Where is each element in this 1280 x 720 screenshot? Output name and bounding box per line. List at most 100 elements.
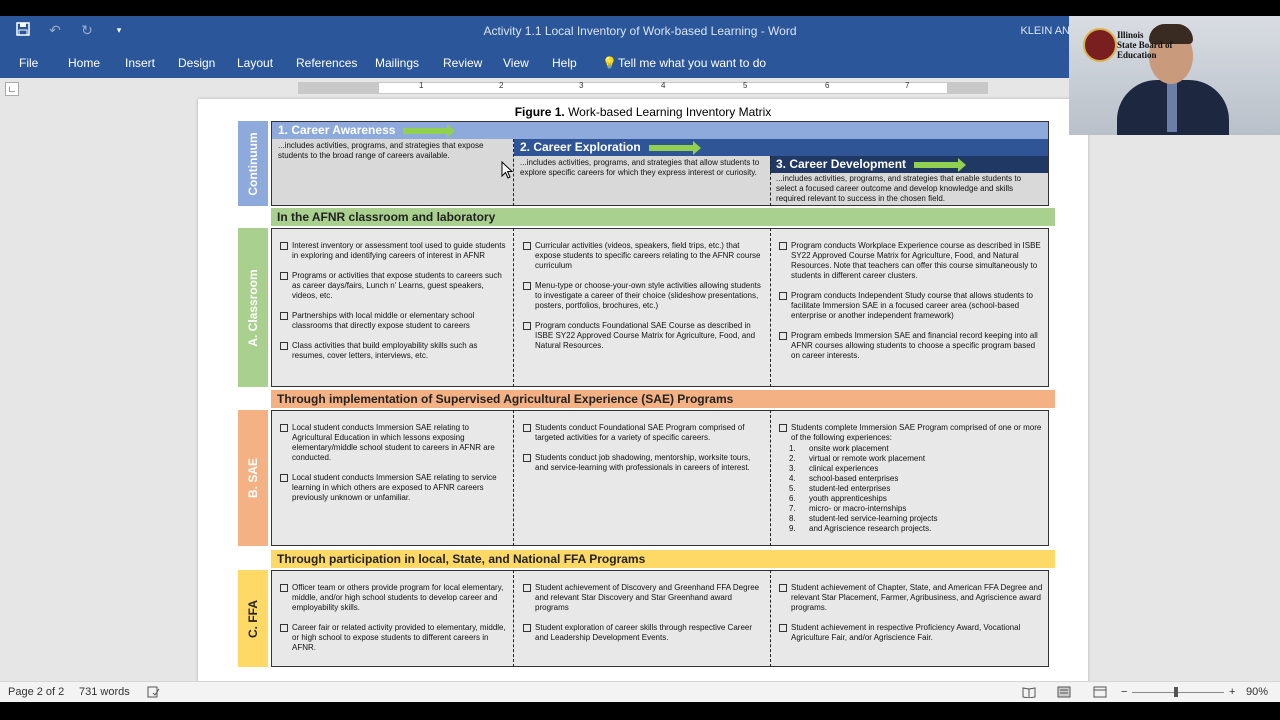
checkbox-icon[interactable] — [280, 584, 288, 592]
checkbox-icon[interactable] — [779, 584, 787, 592]
checkbox-icon[interactable] — [779, 424, 787, 432]
ruler-number: 2 — [499, 81, 504, 90]
checkbox-icon[interactable] — [779, 332, 787, 340]
checkbox-icon[interactable] — [779, 624, 787, 632]
checkbox-icon[interactable] — [280, 474, 288, 482]
item-text: Students conduct job shadowing, mentorsh… — [535, 453, 751, 472]
section-b-col3: Students complete Immersion SAE Program … — [779, 423, 1043, 534]
tab-view[interactable]: View — [503, 56, 529, 70]
item-text: school-based enterprises — [809, 474, 899, 483]
zoom-out-icon[interactable]: − — [1121, 686, 1127, 698]
item-text: student-led service-learning projects — [809, 514, 938, 523]
checkbox-icon[interactable] — [779, 292, 787, 300]
zoom-in-icon[interactable]: + — [1229, 686, 1235, 698]
checkbox-icon[interactable] — [280, 242, 288, 250]
horizontal-ruler[interactable]: 1 2 3 4 5 6 7 — [298, 81, 988, 94]
page-count[interactable]: Page 2 of 2 — [8, 686, 64, 698]
checkbox-icon[interactable] — [523, 322, 531, 330]
continuum-label: Continuum — [246, 131, 260, 196]
tab-layout[interactable]: Layout — [237, 56, 273, 70]
phase2-label: 2. Career Exploration — [520, 140, 641, 154]
column-divider — [770, 570, 771, 667]
numbered-item: 7. micro- or macro-internships — [789, 504, 907, 513]
checkbox-icon[interactable] — [280, 272, 288, 280]
section-a-heading: In the AFNR classroom and laboratory — [271, 208, 1055, 226]
item-text: Partnerships with local middle or elemen… — [292, 311, 475, 330]
item-text: Students complete Immersion SAE Program … — [791, 423, 1042, 442]
word-count[interactable]: 731 words — [79, 686, 130, 698]
tab-home[interactable]: Home — [68, 56, 100, 70]
numbered-item: 5. student-led enterprises — [789, 484, 891, 493]
web-layout-icon[interactable] — [1093, 686, 1107, 701]
status-bar: Page 2 of 2 731 words − + 90% — [0, 681, 1280, 703]
checkbox-icon[interactable] — [523, 584, 531, 592]
list-item: Student achievement in respective Profic… — [779, 623, 1043, 643]
proofing-icon[interactable] — [147, 686, 160, 701]
checkbox-icon[interactable] — [280, 312, 288, 320]
column-divider — [513, 228, 514, 387]
ruler-number: 5 — [743, 81, 748, 90]
checkbox-icon[interactable] — [280, 624, 288, 632]
item-text: youth apprenticeships — [809, 494, 887, 503]
tell-me-box[interactable]: Tell me what you want to do — [618, 56, 766, 70]
list-item: Local student conducts Immersion SAE rel… — [280, 473, 510, 503]
item-text: Officer team or others provide program f… — [292, 583, 504, 612]
checkbox-icon[interactable] — [779, 242, 787, 250]
checkbox-icon[interactable] — [523, 282, 531, 290]
tab-selector-icon[interactable]: ∟ — [5, 82, 19, 96]
tab-insert[interactable]: Insert — [125, 56, 155, 70]
sae-sidebar: B. SAE — [238, 410, 268, 546]
tab-file[interactable]: File — [19, 56, 38, 70]
column-divider — [770, 156, 771, 206]
column-divider — [513, 410, 514, 546]
ruler-number: 6 — [825, 81, 830, 90]
item-text: Local student conducts Immersion SAE rel… — [292, 423, 495, 462]
item-text: student-led enterprises — [809, 484, 891, 493]
section-a-col2: Curricular activities (videos, speakers,… — [523, 241, 765, 361]
figure-label: Figure 1. — [514, 105, 565, 119]
right-arrow-icon — [403, 123, 456, 138]
item-text: Student achievement of Discovery and Gre… — [535, 583, 760, 612]
list-item: Partnerships with local middle or elemen… — [280, 311, 510, 331]
user-name[interactable]: KLEIN AN — [1020, 25, 1070, 37]
tab-references[interactable]: References — [296, 56, 357, 70]
checkbox-icon[interactable] — [523, 242, 531, 250]
read-mode-icon[interactable] — [1022, 686, 1036, 701]
column-divider — [513, 570, 514, 667]
item-text: Student achievement of Chapter, State, a… — [791, 583, 1043, 612]
list-item: Programs or activities that expose stude… — [280, 271, 510, 301]
checkbox-icon[interactable] — [280, 342, 288, 350]
top-black-bar — [0, 0, 1280, 16]
item-text: Interest inventory or assessment tool us… — [292, 241, 506, 260]
lightbulb-icon: 💡 — [602, 56, 617, 70]
item-text: Students conduct Foundational SAE Progra… — [535, 423, 745, 442]
list-item: Students conduct Foundational SAE Progra… — [523, 423, 765, 443]
item-text: clinical experiences — [809, 464, 879, 473]
list-item: Program conducts Workplace Experience co… — [779, 241, 1043, 281]
classroom-sidebar: A. Classroom — [238, 228, 268, 387]
list-item: Curricular activities (videos, speakers,… — [523, 241, 765, 271]
checkbox-icon[interactable] — [523, 454, 531, 462]
item-text: and Agriscience research projects. — [809, 524, 932, 533]
checkbox-icon[interactable] — [523, 424, 531, 432]
zoom-slider-thumb[interactable] — [1174, 687, 1178, 697]
zoom-level[interactable]: 90% — [1246, 686, 1268, 698]
presenter-tie — [1167, 82, 1177, 132]
checkbox-icon[interactable] — [523, 624, 531, 632]
figure-caption: Work-based Learning Inventory Matrix — [564, 105, 772, 119]
zoom-slider[interactable] — [1132, 692, 1224, 693]
numbered-item: 3. clinical experiences — [789, 464, 879, 473]
checkbox-icon[interactable] — [280, 424, 288, 432]
section-c-col1: Officer team or others provide program f… — [280, 583, 510, 663]
item-text: Menu-type or choose-your-own style activ… — [535, 281, 761, 310]
list-item: Menu-type or choose-your-own style activ… — [523, 281, 765, 311]
tab-help[interactable]: Help — [552, 56, 577, 70]
logo-line: Illinois — [1117, 30, 1144, 40]
list-item: Student exploration of career skills thr… — [523, 623, 765, 643]
tab-review[interactable]: Review — [443, 56, 482, 70]
tab-mailings[interactable]: Mailings — [375, 56, 419, 70]
print-layout-icon[interactable] — [1057, 686, 1071, 701]
tab-design[interactable]: Design — [178, 56, 215, 70]
document-page[interactable]: Figure 1. Work-based Learning Inventory … — [198, 99, 1088, 702]
ruler-margin-left — [299, 83, 379, 93]
